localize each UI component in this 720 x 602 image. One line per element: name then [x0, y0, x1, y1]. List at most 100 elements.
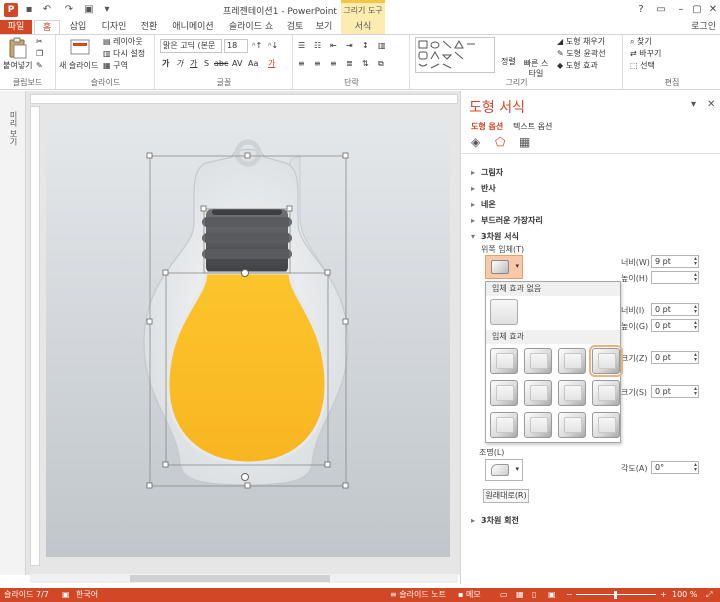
- top-bevel-button[interactable]: ▾: [485, 255, 523, 279]
- customize-qat-icon[interactable]: ▾: [100, 2, 114, 17]
- section-button[interactable]: ▦ 구역: [103, 61, 128, 71]
- spin-arrows-icon[interactable]: ▴ ▾: [694, 462, 697, 473]
- bevel-preset-hard-edge[interactable]: [558, 412, 586, 438]
- zoom-level[interactable]: 100 %: [672, 588, 697, 602]
- zoom-in-icon[interactable]: +: [660, 588, 667, 602]
- bottom-bevel-height-input[interactable]: 0 pt ▴ ▾: [651, 319, 699, 332]
- shrink-font-icon[interactable]: ᴬ↓: [268, 41, 278, 51]
- shape-outline-button[interactable]: ✎ 도형 윤곽선: [557, 49, 606, 59]
- lighting-button[interactable]: ▾: [485, 459, 523, 481]
- section-glow[interactable]: ▸ 네온: [471, 199, 496, 210]
- spellcheck-icon[interactable]: ▣: [62, 588, 70, 602]
- thumbnail-pane[interactable]: 미리 보기: [0, 91, 26, 575]
- tab-view[interactable]: 보기: [310, 20, 338, 34]
- reset-slide-button[interactable]: ▥ 다시 설정: [103, 49, 145, 59]
- reset-3d-button[interactable]: 원래대로(R): [483, 489, 529, 503]
- bevel-preset-circle[interactable]: [490, 348, 518, 374]
- pane-options-icon[interactable]: ▾: [691, 99, 696, 110]
- cut-icon[interactable]: ✂: [36, 37, 43, 47]
- smartart-icon[interactable]: ⧉: [378, 59, 384, 69]
- rotate-handle[interactable]: [241, 269, 249, 277]
- start-slideshow-icon[interactable]: ▣: [82, 2, 96, 17]
- tab-text-options[interactable]: 텍스트 옵션: [513, 121, 552, 132]
- quick-styles-button[interactable]: 빠른 스타일: [523, 59, 549, 79]
- save-icon[interactable]: ▪: [22, 2, 36, 17]
- section-soft-edges[interactable]: ▸ 부드러운 가장자리: [471, 215, 543, 226]
- horizontal-scrollbar[interactable]: [30, 574, 458, 583]
- tab-design[interactable]: 디자인: [96, 20, 132, 34]
- line-spacing-icon[interactable]: ↕: [362, 41, 369, 51]
- horizontal-scroll-thumb[interactable]: [130, 575, 330, 582]
- align-left-icon[interactable]: ≡: [298, 59, 305, 69]
- notes-button[interactable]: ≡ 슬라이드 노트: [390, 588, 446, 602]
- bevel-preset-cool-slant[interactable]: [589, 345, 623, 377]
- tab-review[interactable]: 검토: [282, 20, 308, 34]
- bevel-preset-slope[interactable]: [592, 380, 620, 406]
- tab-home[interactable]: 홈: [34, 20, 60, 34]
- shape-effects-button[interactable]: ◆ 도형 효과: [557, 61, 598, 71]
- font-name-select[interactable]: 맑은 고딕 (본문: [160, 39, 222, 53]
- font-color-button[interactable]: 가: [268, 59, 275, 69]
- bevel-preset-soft-round[interactable]: [524, 380, 552, 406]
- sign-in-link[interactable]: 로그인: [691, 20, 716, 34]
- angle-input[interactable]: 0° ▴ ▾: [651, 461, 699, 474]
- spin-arrows-icon[interactable]: ▴ ▾: [694, 352, 697, 363]
- tab-file[interactable]: 파일: [0, 20, 32, 34]
- section-reflection[interactable]: ▸ 반사: [471, 183, 496, 194]
- bulb-screw-base[interactable]: [202, 209, 292, 273]
- shadow-button[interactable]: S: [204, 59, 209, 69]
- find-button[interactable]: ⌕ 찾기: [630, 37, 652, 47]
- strikethrough-button[interactable]: abc: [214, 59, 228, 69]
- bevel-preset-angle[interactable]: [490, 380, 518, 406]
- pane-close-icon[interactable]: ✕: [707, 99, 715, 110]
- arrange-button[interactable]: 정렬: [501, 57, 516, 67]
- redo-icon[interactable]: ↷: [62, 2, 76, 17]
- slideshow-view-icon[interactable]: ▣: [548, 588, 556, 602]
- fill-line-icon[interactable]: ◈: [471, 135, 480, 149]
- paste-button[interactable]: 붙여넣기: [3, 61, 32, 71]
- copy-icon[interactable]: ❐: [36, 49, 43, 59]
- contour-size-input[interactable]: 0 pt ▴ ▾: [651, 385, 699, 398]
- bevel-preset-riblet[interactable]: [524, 412, 552, 438]
- bevel-height-input[interactable]: ▴ ▾: [651, 271, 699, 284]
- replace-button[interactable]: ⇄ 바꾸기: [630, 49, 661, 59]
- grow-font-icon[interactable]: ᴬ↑: [252, 41, 262, 51]
- italic-button[interactable]: 가: [176, 59, 183, 69]
- ribbon-display-options-button[interactable]: ▭: [652, 2, 670, 18]
- bevel-preset-divot[interactable]: [490, 412, 518, 438]
- align-center-icon[interactable]: ≡: [314, 59, 321, 69]
- spin-arrows-icon[interactable]: ▴ ▾: [694, 386, 697, 397]
- bullets-icon[interactable]: ☰: [298, 41, 305, 51]
- fit-to-window-icon[interactable]: ⤢: [706, 588, 712, 602]
- language-indicator[interactable]: 한국어: [76, 588, 98, 602]
- font-size-select[interactable]: 18: [224, 39, 248, 53]
- help-button[interactable]: ?: [632, 2, 650, 18]
- effects-icon[interactable]: ⬠: [495, 135, 505, 149]
- tab-slideshow[interactable]: 슬라이드 쇼: [222, 20, 280, 34]
- underline-button[interactable]: 가: [190, 59, 197, 69]
- bevel-preset-cross[interactable]: [558, 348, 586, 374]
- text-direction-icon[interactable]: ⇅: [362, 59, 369, 69]
- bottom-bevel-width-input[interactable]: 0 pt ▴ ▾: [651, 303, 699, 316]
- format-painter-icon[interactable]: ✎: [36, 61, 43, 71]
- zoom-out-icon[interactable]: −: [566, 588, 573, 602]
- close-button[interactable]: ✕: [704, 2, 720, 18]
- shape-fill-button[interactable]: ◢ 도형 채우기: [557, 37, 605, 47]
- normal-view-icon[interactable]: ▭: [500, 588, 508, 602]
- decrease-indent-icon[interactable]: ⇤: [330, 41, 337, 51]
- section-3d-format[interactable]: ▾ 3차원 서식: [471, 231, 519, 242]
- char-spacing-button[interactable]: AV: [232, 59, 242, 69]
- bevel-preset-art-deco[interactable]: [592, 412, 620, 438]
- depth-size-input[interactable]: 0 pt ▴ ▾: [651, 351, 699, 364]
- shapes-gallery[interactable]: [415, 37, 495, 73]
- tab-insert[interactable]: 삽입: [62, 20, 94, 34]
- comments-button[interactable]: ▪ 메모: [458, 588, 481, 602]
- numbering-icon[interactable]: ☷: [314, 41, 321, 51]
- tab-format[interactable]: 서식: [341, 20, 385, 34]
- slide-canvas[interactable]: [46, 123, 450, 557]
- spin-arrows-icon[interactable]: ▴ ▾: [694, 256, 697, 267]
- spin-arrows-icon[interactable]: ▴ ▾: [694, 272, 697, 283]
- spin-arrows-icon[interactable]: ▴ ▾: [694, 320, 697, 331]
- bevel-width-input[interactable]: 9 pt ▴ ▾: [651, 255, 699, 268]
- select-button[interactable]: ⬚ 선택: [630, 61, 655, 71]
